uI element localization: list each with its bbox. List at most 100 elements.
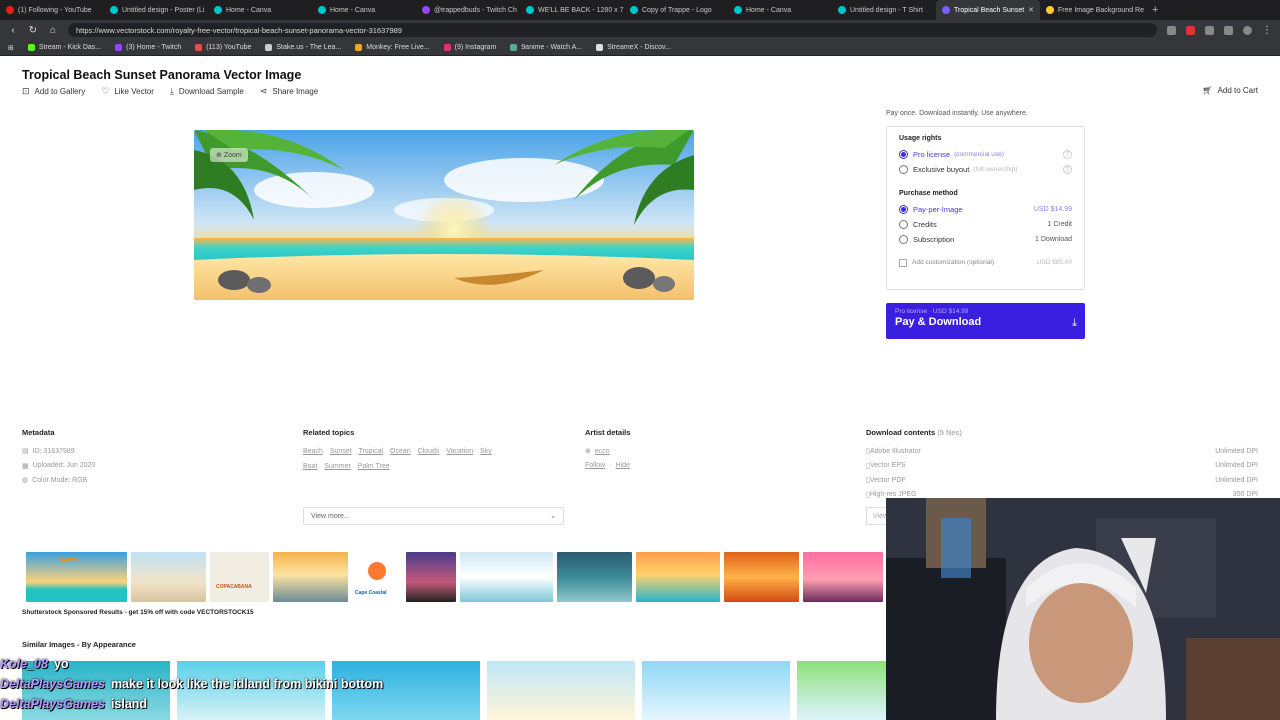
- bookmark-item[interactable]: (9) Instagram: [443, 44, 496, 51]
- related-topics-section: Related topics Beach Sunset Tropical Oce…: [303, 428, 565, 474]
- similar-thumb[interactable]: [487, 661, 635, 720]
- purchase-tagline: Pay once. Download instantly. Use anywhe…: [886, 110, 1028, 117]
- usage-rights-heading: Usage rights: [899, 135, 942, 142]
- browser-tab[interactable]: Untitled design - T Shirt: [832, 0, 936, 20]
- browser-tab-active[interactable]: Tropical Beach Sunset ✕: [936, 0, 1040, 20]
- download-sample-button[interactable]: ⤓ Download Sample: [170, 86, 244, 97]
- pay-per-image-option[interactable]: Pay-per-Image USD $14.99: [899, 202, 1072, 217]
- subscription-option[interactable]: Subscription 1 Download: [899, 232, 1072, 247]
- credits-option[interactable]: Credits 1 Credit: [899, 217, 1072, 232]
- share-icon: ⋖: [259, 86, 268, 96]
- sponsored-thumbnails: HAWAII COPACABANA Cape Coastal: [26, 552, 883, 602]
- tab-favicon-icon: [110, 6, 118, 14]
- bookmark-item[interactable]: StreameX - Discov...: [596, 44, 671, 51]
- bookmark-icon: [195, 44, 203, 51]
- tag-link[interactable]: Palm Tree: [358, 463, 390, 470]
- address-bar[interactable]: https://www.vectorstock.com/royalty-free…: [68, 23, 1157, 37]
- vector-preview-image[interactable]: ⊕ Zoom: [194, 130, 694, 300]
- add-to-gallery-button[interactable]: ⊡ Add to Gallery: [22, 86, 85, 97]
- tag-link[interactable]: Clouds: [418, 448, 440, 455]
- close-tab-icon[interactable]: ✕: [1028, 6, 1034, 14]
- apps-icon[interactable]: ⊞: [8, 44, 14, 52]
- radio-unselected[interactable]: [899, 165, 908, 174]
- browser-tab[interactable]: (1) Following - YouTube: [0, 0, 104, 20]
- tag-link[interactable]: Sky: [480, 448, 492, 455]
- exclusive-buyout-option[interactable]: Exclusive buyout (full ownership)?: [899, 162, 1072, 177]
- bookmark-item[interactable]: 9anime - Watch A...: [510, 44, 582, 51]
- stream-chat-overlay: Kole_08 yo DeltaPlaysGames make it look li…: [0, 654, 440, 714]
- pro-license-option[interactable]: Pro license (commercial use)?: [899, 147, 1072, 162]
- sponsored-thumb[interactable]: Cape Coastal: [352, 552, 402, 602]
- help-icon[interactable]: ?: [1063, 150, 1072, 159]
- browser-tab[interactable]: @trappedbuds - Twitch Ch: [416, 0, 520, 20]
- hide-link[interactable]: Hide: [616, 462, 630, 469]
- extension-icon[interactable]: [1205, 25, 1214, 35]
- similar-thumb[interactable]: [642, 661, 790, 720]
- reload-icon[interactable]: ↻: [28, 25, 38, 36]
- browser-tab[interactable]: Free Image Background Re: [1040, 0, 1144, 20]
- view-more-dropdown[interactable]: View more... ⌄: [303, 507, 564, 525]
- bookmark-item[interactable]: (3) Home - Twitch: [115, 44, 181, 51]
- share-image-button[interactable]: ⋖ Share Image: [260, 86, 318, 97]
- zoom-button[interactable]: ⊕ Zoom: [210, 148, 248, 162]
- sponsored-thumb[interactable]: [803, 552, 883, 602]
- purchase-method-heading: Purchase method: [899, 190, 958, 197]
- bookmark-item[interactable]: Monkey: Free Live...: [355, 44, 430, 51]
- sponsored-thumb[interactable]: [557, 552, 632, 602]
- radio-selected[interactable]: [899, 150, 908, 159]
- browser-tab[interactable]: Copy of Trappe - Logo: [624, 0, 728, 20]
- related-topics-heading: Related topics: [303, 428, 355, 437]
- back-arrow-icon[interactable]: ‹: [8, 25, 18, 36]
- tag-link[interactable]: Summer: [324, 463, 350, 470]
- radio-unselected[interactable]: [899, 220, 908, 229]
- profile-icon[interactable]: [1243, 25, 1252, 35]
- chat-message: DeltaPlaysGames make it look like the idl…: [0, 677, 384, 691]
- sponsored-thumb[interactable]: HAWAII: [26, 552, 127, 602]
- vectorstock-page: Tropical Beach Sunset Panorama Vector Im…: [0, 56, 1280, 720]
- tag-link[interactable]: Tropical: [358, 448, 383, 455]
- browser-tab[interactable]: Home - Canva: [208, 0, 312, 20]
- sponsored-thumb[interactable]: [724, 552, 799, 602]
- palette-icon: ◍: [22, 477, 29, 485]
- sponsored-thumb[interactable]: [636, 552, 720, 602]
- sponsored-thumb[interactable]: [460, 552, 553, 602]
- customization-checkbox[interactable]: [899, 258, 907, 267]
- download-contents-section: Download contents (5 files) ▯ Adobe Illu…: [866, 428, 1258, 502]
- radio-selected[interactable]: [899, 205, 908, 214]
- radio-unselected[interactable]: [899, 235, 908, 244]
- bookmark-item[interactable]: Stake.us - The Lea...: [265, 44, 341, 51]
- pay-and-download-button[interactable]: Pro license · USD $14.99 Pay & Download …: [886, 303, 1085, 339]
- sponsored-thumb[interactable]: COPACABANA: [210, 552, 269, 602]
- chevron-down-icon: ⌄: [550, 513, 556, 520]
- customization-option[interactable]: Add customization (optional) USD $85.00: [899, 255, 1072, 270]
- tab-favicon-icon: [1046, 6, 1054, 14]
- artist-details-heading: Artist details: [585, 428, 631, 437]
- tag-link[interactable]: Boat: [303, 463, 317, 470]
- menu-icon[interactable]: ⋮: [1262, 25, 1272, 36]
- browser-tab[interactable]: Home - Canva: [728, 0, 832, 20]
- browser-tab[interactable]: WE'LL BE BACK - 1280 x 7: [520, 0, 624, 20]
- extension-icon[interactable]: [1186, 25, 1195, 35]
- home-icon[interactable]: ⌂: [48, 25, 58, 36]
- add-to-cart-button[interactable]: 🛒︎ Add to Cart: [1202, 86, 1258, 95]
- extension-icon[interactable]: [1167, 25, 1176, 35]
- follow-link[interactable]: Follow: [585, 462, 605, 469]
- bookmark-item[interactable]: Stream - Kick Das...: [27, 44, 101, 51]
- tag-link[interactable]: Ocean: [390, 448, 411, 455]
- tag-link[interactable]: Sunset: [330, 448, 352, 455]
- browser-tab[interactable]: Home - Canva: [312, 0, 416, 20]
- similar-thumb[interactable]: [797, 661, 887, 720]
- new-tab-icon[interactable]: +: [1144, 4, 1166, 16]
- artist-name[interactable]: ⊗ ecco: [585, 444, 630, 459]
- sponsored-thumb[interactable]: [406, 552, 456, 602]
- tag-link[interactable]: Beach: [303, 448, 323, 455]
- like-vector-button[interactable]: ♡ Like Vector: [101, 86, 154, 97]
- image-id: ▤ ID: 31637989: [22, 447, 75, 456]
- download-icon[interactable]: [1224, 25, 1233, 35]
- browser-tab[interactable]: Untitled design - Poster (Li: [104, 0, 208, 20]
- tag-link[interactable]: Vacation: [446, 448, 473, 455]
- help-icon[interactable]: ?: [1063, 165, 1072, 174]
- bookmark-item[interactable]: (113) YouTube: [195, 44, 251, 51]
- sponsored-thumb[interactable]: [131, 552, 206, 602]
- sponsored-thumb[interactable]: [273, 552, 348, 602]
